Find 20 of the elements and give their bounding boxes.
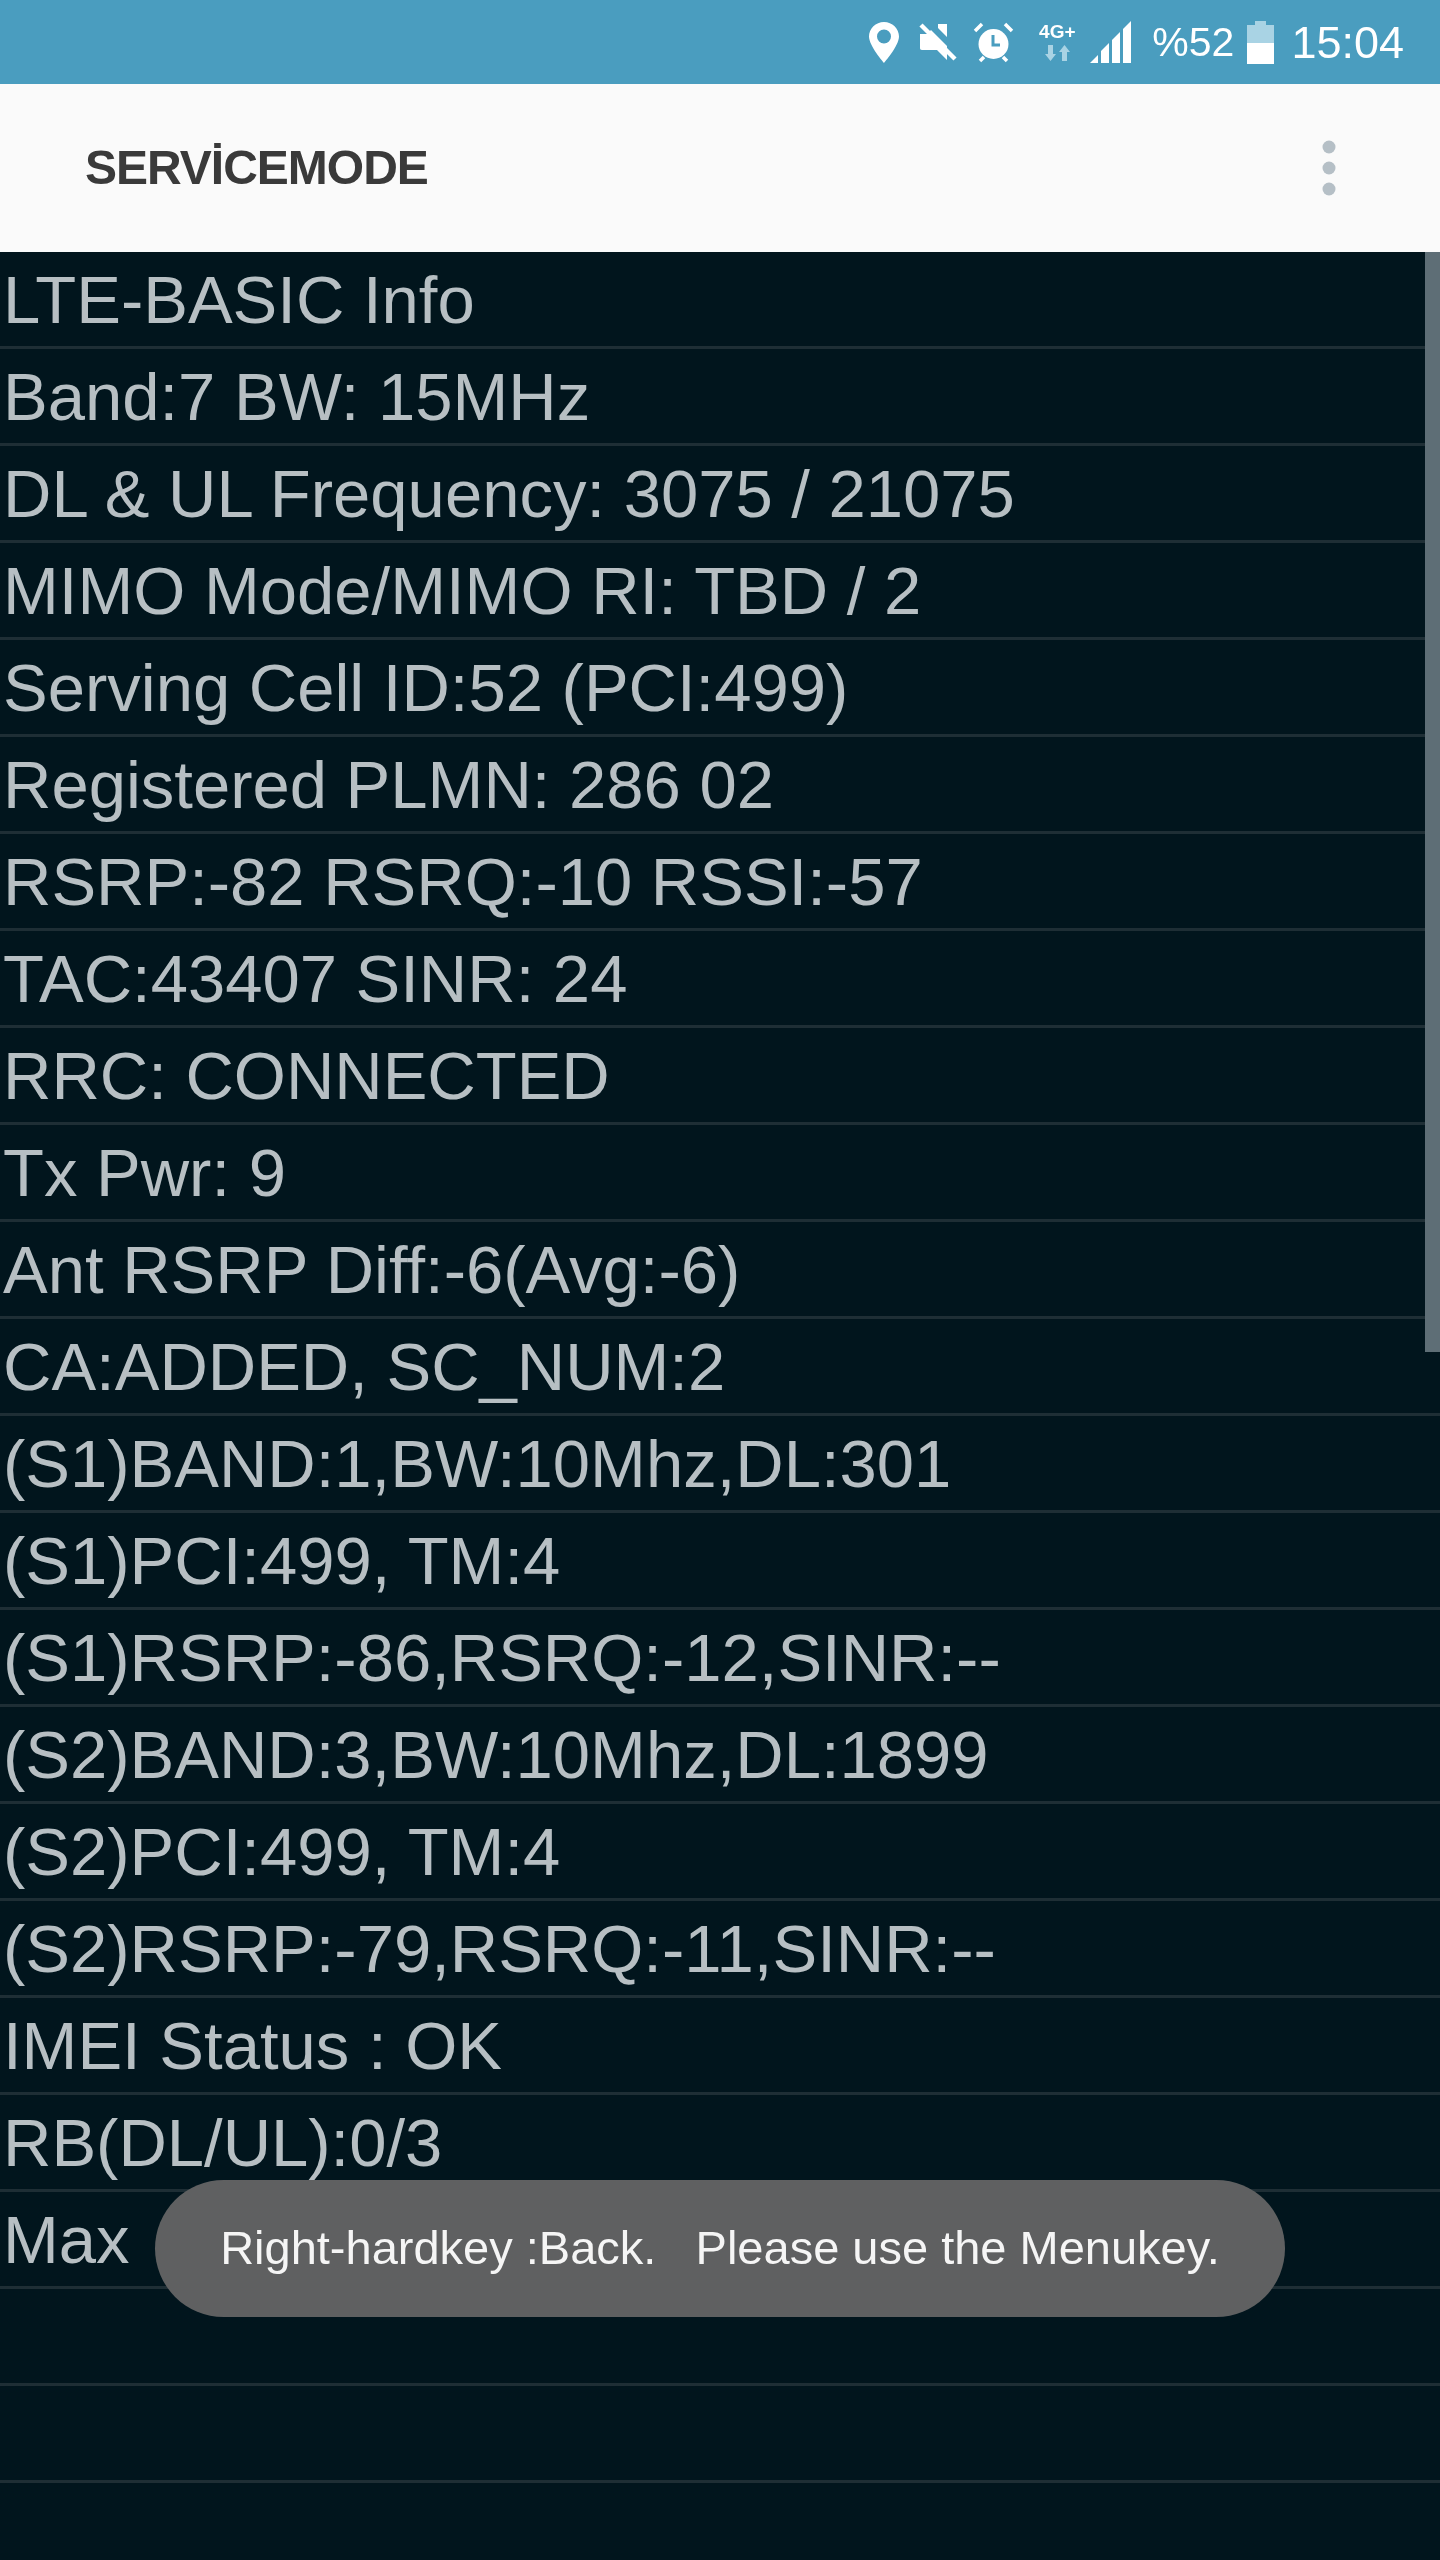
info-line: Max: [3, 2205, 130, 2273]
clock-time: 15:04: [1291, 19, 1404, 65]
info-line: Band:7 BW: 15MHz: [3, 362, 591, 430]
toast-message: Right-hardkey :Back. Please use the Menukey.: [155, 2180, 1285, 2317]
more-options-icon[interactable]: [1322, 140, 1336, 196]
info-line: LTE-BASIC Info: [3, 265, 475, 333]
info-line: TAC:43407 SINR: 24: [3, 944, 628, 1012]
signal-strength-icon: [1090, 21, 1134, 63]
mute-icon: [918, 22, 958, 62]
battery-percentage: %52: [1152, 21, 1235, 63]
network-type-label: 4G+: [1039, 23, 1076, 41]
data-arrows-icon: [1044, 45, 1070, 61]
info-line: RRC: CONNECTED: [3, 1041, 610, 1109]
info-line: MIMO Mode/MIMO RI: TBD / 2: [3, 556, 922, 624]
location-pin-icon: [869, 21, 900, 63]
info-line: Tx Pwr: 9: [3, 1138, 286, 1206]
app-title: SERVİCEMODE: [85, 140, 428, 196]
alarm-clock-icon: [973, 21, 1015, 63]
info-line: IMEI Status : OK: [3, 2011, 502, 2079]
battery-icon: [1247, 20, 1275, 64]
